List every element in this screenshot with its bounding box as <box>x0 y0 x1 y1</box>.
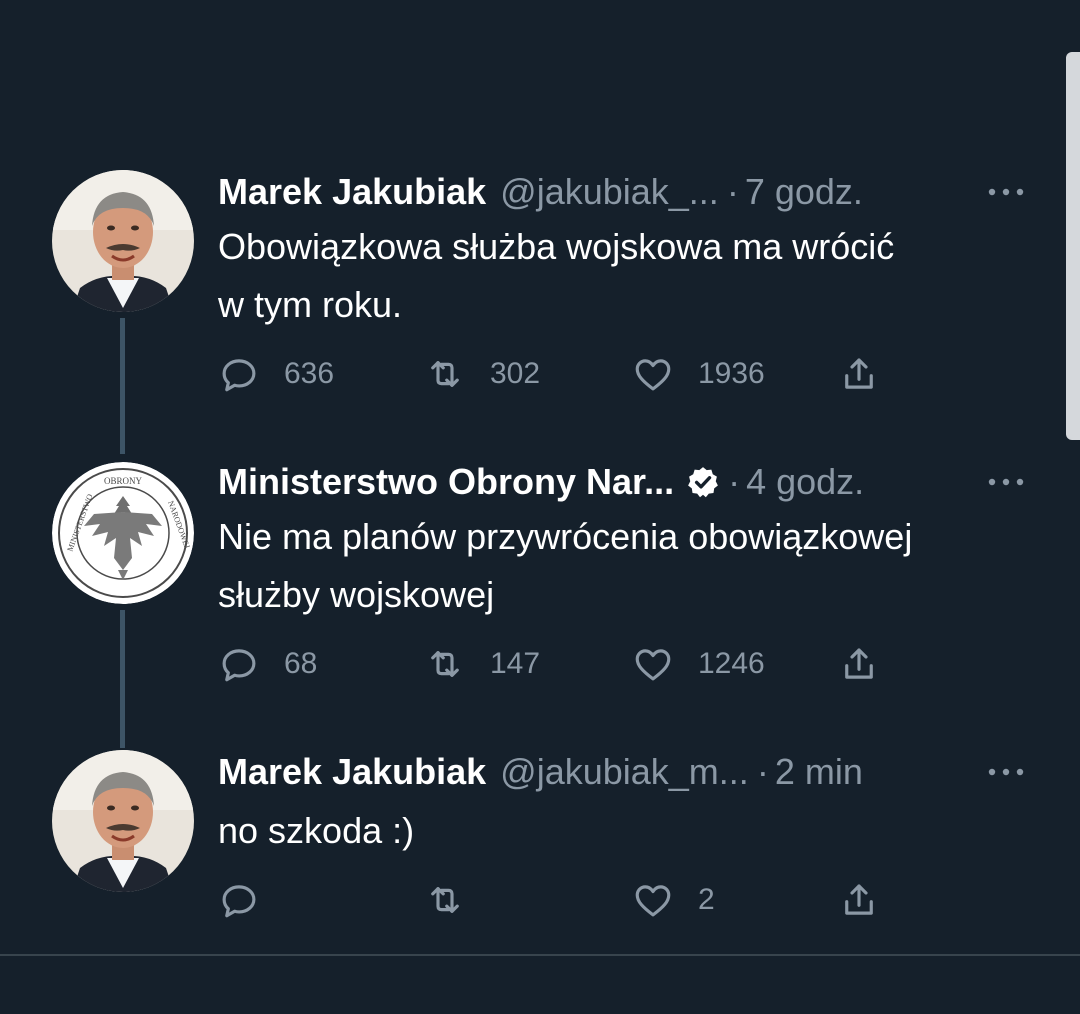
retweet-button[interactable] <box>424 880 490 920</box>
reply-count: 68 <box>284 647 318 680</box>
share-button[interactable] <box>838 880 880 920</box>
svg-text:OBRONY: OBRONY <box>104 476 143 486</box>
heart-icon <box>635 359 671 391</box>
share-button[interactable] <box>838 354 880 394</box>
like-button[interactable]: 2 <box>632 880 715 920</box>
heart-icon <box>635 885 671 917</box>
tweet-header: Ministerstwo Obrony Nar... · 4 godz. <box>218 460 1060 504</box>
tweet-text-line: w tym roku. <box>218 284 403 325</box>
ministry-emblem: OBRONY MINISTERSTWO NARODOWEJ <box>52 462 194 604</box>
tweet-text-line: Nie ma planów przywrócenia obowiązkowej <box>218 516 913 557</box>
more-icon[interactable] <box>986 176 1026 200</box>
reply-button[interactable]: 636 <box>218 354 334 394</box>
separator: · <box>726 171 739 212</box>
like-count: 1936 <box>698 357 765 390</box>
more-icon[interactable] <box>986 756 1026 780</box>
retweet-button[interactable]: 302 <box>424 354 540 394</box>
tweet[interactable]: OBRONY MINISTERSTWO NARODOWEJ Ministerst… <box>0 460 1060 710</box>
separator: · <box>728 461 741 502</box>
author-name[interactable]: Marek Jakubiak <box>218 751 486 793</box>
share-button[interactable] <box>838 644 880 684</box>
tweet-text: Obowiązkowa służba wojskowa ma wrócić w … <box>218 218 894 334</box>
author-handle[interactable]: @jakubiak_... <box>500 171 719 213</box>
like-button[interactable]: 1246 <box>632 644 765 684</box>
avatar[interactable]: OBRONY MINISTERSTWO NARODOWEJ <box>52 462 194 604</box>
reply-icon <box>222 359 256 392</box>
verified-badge-icon <box>688 467 718 498</box>
twitter-thread-screen: Marek Jakubiak @jakubiak_... · 7 godz. O… <box>0 0 1080 1014</box>
timestamp[interactable]: 2 min <box>775 751 863 793</box>
avatar[interactable] <box>52 750 194 892</box>
share-icon <box>845 358 873 389</box>
tweet[interactable]: Marek Jakubiak @jakubiak_... · 7 godz. O… <box>0 170 1060 420</box>
timestamp[interactable]: 4 godz. <box>746 461 864 503</box>
like-count: 1246 <box>698 647 765 680</box>
scrollbar[interactable] <box>1066 52 1080 440</box>
share-icon <box>845 648 873 679</box>
reply-button[interactable]: 68 <box>218 644 317 684</box>
tweet-text: no szkoda :) <box>218 802 414 860</box>
tweet-text-line: służby wojskowej <box>218 574 495 615</box>
reply-icon <box>222 649 256 682</box>
heart-icon <box>635 649 671 681</box>
retweet-icon <box>431 887 459 913</box>
avatar-image <box>52 750 194 892</box>
more-icon[interactable] <box>986 466 1026 490</box>
retweet-count: 302 <box>490 357 541 390</box>
divider <box>0 954 1080 956</box>
reply-icon <box>222 885 256 918</box>
tweet-text-line: Obowiązkowa służba wojskowa ma wrócić <box>218 226 895 267</box>
author-handle[interactable]: @jakubiak_m... <box>500 751 749 793</box>
tweet-text-line: no szkoda :) <box>218 810 415 851</box>
avatar[interactable] <box>52 170 194 312</box>
retweet-icon <box>431 361 459 387</box>
retweet-count: 147 <box>490 647 541 680</box>
tweet-header: Marek Jakubiak @jakubiak_m... · 2 min <box>218 750 1060 794</box>
reply-button[interactable] <box>218 880 284 920</box>
retweet-button[interactable]: 147 <box>424 644 540 684</box>
like-count: 2 <box>698 883 715 916</box>
timestamp[interactable]: 7 godz. <box>745 171 863 213</box>
tweet-header: Marek Jakubiak @jakubiak_... · 7 godz. <box>218 170 1060 214</box>
author-name[interactable]: Marek Jakubiak <box>218 171 486 213</box>
avatar-image <box>52 170 194 312</box>
like-button[interactable]: 1936 <box>632 354 765 394</box>
share-icon <box>845 884 873 915</box>
author-name[interactable]: Ministerstwo Obrony Nar... <box>218 461 674 503</box>
reply-count: 636 <box>284 357 335 390</box>
tweet[interactable]: Marek Jakubiak @jakubiak_m... · 2 min no… <box>0 750 1060 940</box>
tweet-text: Nie ma planów przywrócenia obowiązkowej … <box>218 508 912 624</box>
retweet-icon <box>431 651 459 677</box>
separator: · <box>756 751 769 792</box>
